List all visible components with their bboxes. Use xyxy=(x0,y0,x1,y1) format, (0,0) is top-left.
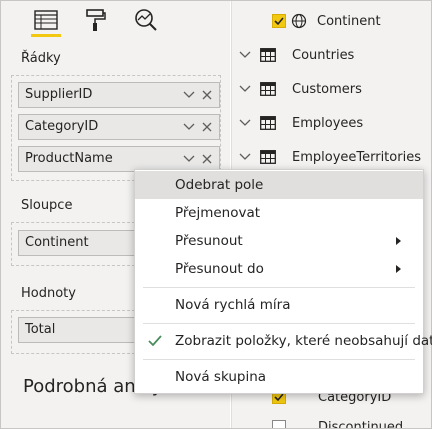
menu-item-move-to[interactable]: Přesunout do xyxy=(135,255,423,283)
table-icon xyxy=(260,48,276,62)
menu-item-label: Přesunout xyxy=(175,233,243,249)
table-icon xyxy=(260,116,276,130)
table-label: Customers xyxy=(292,81,362,97)
table-row-countries[interactable]: Countries xyxy=(232,40,431,70)
menu-item-new-group[interactable]: Nová skupina xyxy=(135,363,423,391)
chevron-down-icon[interactable] xyxy=(238,48,252,62)
field-label: Discontinued xyxy=(318,419,404,429)
menu-separator xyxy=(143,287,415,288)
unchecked-checkbox[interactable] xyxy=(272,420,286,428)
columns-label: Sloupce xyxy=(21,198,73,213)
context-menu: Odebrat pole Přejmenovat Přesunout Přesu… xyxy=(134,169,432,394)
field-name: CategoryID xyxy=(25,119,99,134)
rows-label: Řádky xyxy=(21,51,61,66)
field-name: ProductName xyxy=(25,151,113,166)
analytics-magnifier-icon xyxy=(135,9,157,31)
values-label: Hodnoty xyxy=(21,286,76,301)
field-row-continent[interactable]: Continent xyxy=(232,6,431,36)
format-tab[interactable] xyxy=(81,5,111,35)
chevron-down-icon[interactable] xyxy=(181,87,197,103)
table-row-employeeterritories[interactable]: EmployeeTerritories xyxy=(232,142,431,172)
rows-well: SupplierID CategoryID ProductName xyxy=(11,75,221,181)
checked-checkbox[interactable] xyxy=(272,14,286,28)
chevron-down-icon[interactable] xyxy=(238,116,252,130)
check-icon xyxy=(148,335,162,347)
close-icon[interactable] xyxy=(199,119,215,135)
menu-item-rename[interactable]: Přejmenovat xyxy=(135,199,423,227)
chevron-down-icon[interactable] xyxy=(238,150,252,164)
menu-item-show-items-with-no-data[interactable]: Zobrazit položky, které neobsahují data xyxy=(135,327,432,355)
field-name: Continent xyxy=(25,235,89,250)
table-icon xyxy=(260,150,276,164)
menu-separator xyxy=(143,359,415,360)
globe-icon xyxy=(291,13,307,33)
chevron-down-icon[interactable] xyxy=(181,119,197,135)
field-row-discontinued[interactable]: Discontinued xyxy=(232,412,431,428)
submenu-arrow-icon xyxy=(396,237,401,245)
rows-field-pill[interactable]: SupplierID xyxy=(18,82,220,108)
field-label: Continent xyxy=(317,13,381,29)
table-label: EmployeeTerritories xyxy=(292,149,421,165)
table-icon xyxy=(260,82,276,96)
chevron-down-icon[interactable] xyxy=(238,82,252,96)
menu-item-label: Přesunout do xyxy=(175,261,264,277)
menu-item-label: Zobrazit položky, které neobsahují data xyxy=(175,333,432,349)
menu-separator xyxy=(143,323,415,324)
fields-grid-icon xyxy=(34,10,58,30)
paint-roller-icon xyxy=(86,9,106,31)
table-row-customers[interactable]: Customers xyxy=(232,74,431,104)
close-icon[interactable] xyxy=(199,87,215,103)
field-name: SupplierID xyxy=(25,87,93,102)
field-name: Total xyxy=(25,322,56,337)
rows-field-pill[interactable]: CategoryID xyxy=(18,114,220,140)
menu-item-remove-field[interactable]: Odebrat pole xyxy=(135,171,423,199)
menu-item-new-quick-measure[interactable]: Nová rychlá míra xyxy=(135,291,423,319)
analytics-tab[interactable] xyxy=(131,5,161,35)
table-label: Employees xyxy=(292,115,364,131)
chevron-down-icon[interactable] xyxy=(181,151,197,167)
close-icon[interactable] xyxy=(199,151,215,167)
menu-item-move[interactable]: Přesunout xyxy=(135,227,423,255)
table-label: Countries xyxy=(292,47,355,63)
submenu-arrow-icon xyxy=(396,265,401,273)
table-row-employees[interactable]: Employees xyxy=(232,108,431,138)
fields-tab[interactable] xyxy=(31,5,61,37)
